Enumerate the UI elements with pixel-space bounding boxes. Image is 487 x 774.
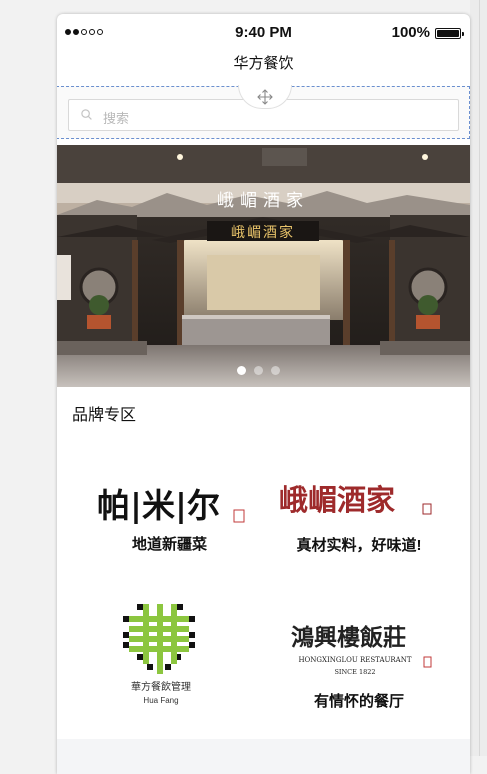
svg-text:HONGXINGLOU RESTAURANT: HONGXINGLOU RESTAURANT	[298, 656, 411, 664]
svg-text:Hua Fang: Hua Fang	[143, 696, 178, 705]
banner-sign-top: 峨嵋酒家	[217, 191, 309, 211]
brand-card-hongxinglou[interactable]: 鴻興樓飯莊 HONGXINGLOU RESTAURANT SINCE 1822	[289, 619, 434, 681]
search-component-selected[interactable]: 搜索	[57, 85, 470, 139]
hongxinglou-logo: 鴻興樓飯莊 HONGXINGLOU RESTAURANT SINCE 1822	[291, 624, 432, 676]
banner-carousel[interactable]: 峨嵋酒家 峨嵋酒家	[57, 145, 470, 387]
banner-sign-main: 峨嵋酒家	[231, 224, 295, 241]
phone-frame: 9:40 PM 100% 华方餐饮 搜索 峨嵋酒家 峨嵋酒家 品牌专区 帕|米|…	[57, 14, 470, 774]
page-title: 华方餐饮	[233, 55, 294, 72]
svg-text:帕|米|尔: 帕|米|尔	[97, 486, 220, 524]
pamir-logo: 帕|米|尔	[97, 486, 245, 525]
svg-text:SINCE 1822: SINCE 1822	[334, 668, 375, 676]
carousel-dot[interactable]	[271, 366, 280, 375]
brand-caption: 有情怀的餐厅	[313, 693, 404, 710]
brand-caption: 地道新疆菜	[131, 536, 207, 553]
restaurant-photo: 峨嵋酒家 峨嵋酒家	[57, 145, 470, 387]
brand-card-pamir[interactable]: 帕|米|尔	[97, 484, 247, 525]
svg-text:峨嵋酒家: 峨嵋酒家	[279, 483, 395, 517]
svg-text:鴻興樓飯莊: 鴻興樓飯莊	[291, 624, 406, 651]
battery-percent: 100%	[391, 24, 430, 41]
brand-card-emei[interactable]: 峨嵋酒家	[277, 476, 437, 520]
carousel-dot[interactable]	[237, 366, 246, 375]
huafang-logo: 華方餐飲管理 Hua Fang	[123, 604, 195, 705]
gutter-divider	[479, 0, 480, 756]
search-icon	[81, 109, 92, 120]
section-title: 品牌专区	[72, 407, 137, 424]
move-icon	[257, 88, 273, 105]
battery-icon	[435, 28, 464, 39]
svg-text:華方餐飲管理: 華方餐飲管理	[131, 680, 191, 693]
brand-caption: 真材实料，好味道!	[296, 537, 422, 554]
carousel-dot[interactable]	[254, 366, 263, 375]
brand-card-huafang[interactable]: 華方餐飲管理 Hua Fang	[115, 604, 215, 709]
status-bar: 9:40 PM 100%	[57, 14, 470, 54]
emei-logo: 峨嵋酒家	[279, 483, 432, 517]
footer-area	[57, 739, 470, 774]
carousel-indicators[interactable]	[237, 366, 280, 375]
search-placeholder: 搜索	[103, 111, 130, 126]
